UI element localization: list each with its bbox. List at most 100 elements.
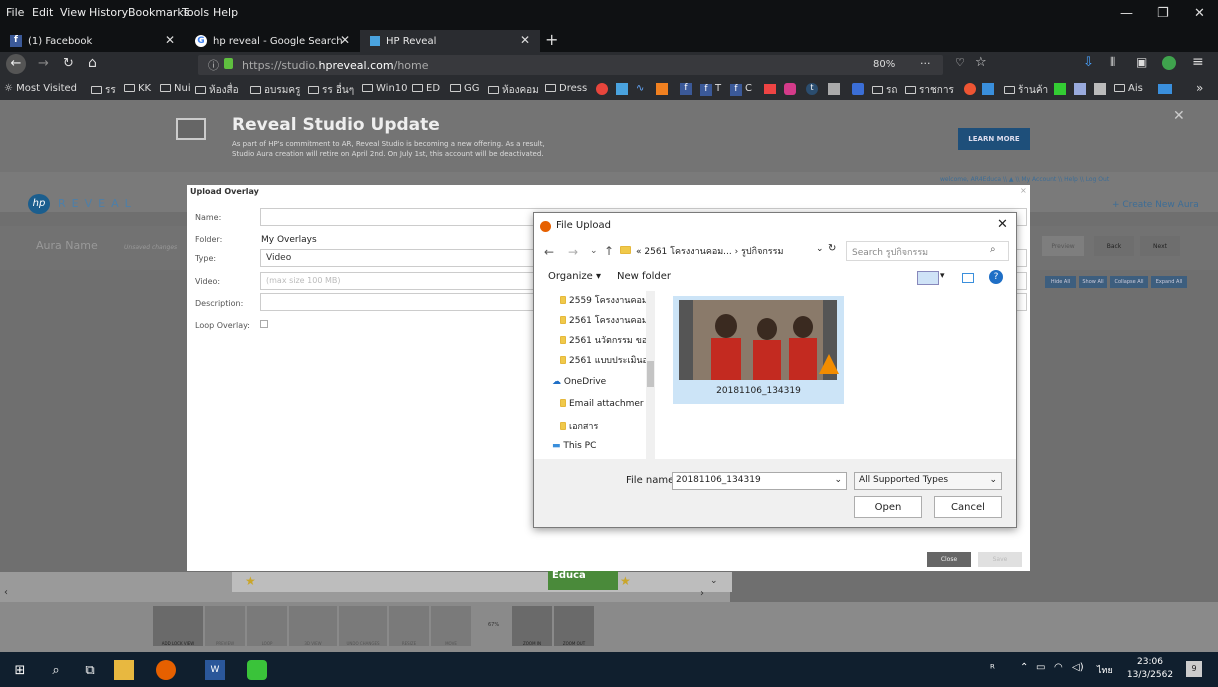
chrome-icon[interactable] bbox=[596, 83, 608, 95]
file-type-chevron-icon[interactable]: ⌄ bbox=[989, 475, 997, 485]
notification-icon[interactable]: 9 bbox=[1186, 661, 1202, 677]
tab-facebook[interactable]: f (1) Facebook ✕ bbox=[0, 30, 185, 52]
loop-tool-button[interactable]: LOOP bbox=[247, 606, 287, 646]
menu-bookmarks[interactable]: Bookmarks bbox=[128, 6, 189, 19]
bookmark-folder[interactable]: รถ bbox=[872, 83, 897, 98]
bookmark-most-visited[interactable]: ☼ Most Visited bbox=[4, 83, 77, 94]
open-button[interactable]: Open bbox=[854, 496, 922, 518]
cancel-button[interactable]: Cancel bbox=[934, 496, 1002, 518]
tree-item[interactable]: 2561 โครงงานคอม bbox=[560, 313, 648, 327]
line-icon[interactable] bbox=[247, 660, 267, 680]
instagram-icon[interactable] bbox=[784, 83, 796, 95]
file-explorer-icon[interactable] bbox=[114, 660, 134, 680]
file-name-input[interactable]: 20181106_134319 ⌄ bbox=[672, 472, 847, 490]
search-icon[interactable]: ⌕ bbox=[46, 660, 66, 680]
restore-icon[interactable]: ❐ bbox=[1157, 6, 1169, 21]
undo-changes-button[interactable]: UNDO CHANGES bbox=[339, 606, 387, 646]
tree-item-onedrive[interactable]: ☁ OneDrive bbox=[552, 377, 606, 387]
organize-menu[interactable]: Organize ▾ bbox=[548, 271, 601, 282]
tree-item[interactable]: 2561 นวัตกรรม ขอ bbox=[560, 333, 647, 347]
bookmark-folder[interactable]: ห้องคอม bbox=[488, 83, 539, 98]
tumblr-icon[interactable]: t bbox=[806, 83, 818, 95]
tab-google-search[interactable]: G hp reveal - Google Search ✕ bbox=[185, 30, 360, 52]
bookmark-icon[interactable] bbox=[1054, 83, 1066, 95]
bookmark-folder[interactable]: KK bbox=[124, 83, 151, 94]
url-bar[interactable]: ⓘ https://studio.hpreveal.com/home 80% ·… bbox=[198, 55, 943, 75]
scroll-left-icon[interactable]: ‹ bbox=[4, 587, 8, 598]
scroll-down-icon[interactable]: ⌄ bbox=[710, 576, 718, 586]
zoom-level[interactable]: 80% bbox=[873, 59, 895, 70]
zoom-out-button[interactable]: ZOOM OUT bbox=[554, 606, 594, 646]
file-name-chevron-icon[interactable]: ⌄ bbox=[834, 475, 842, 485]
wave-icon[interactable]: ∿ bbox=[636, 83, 644, 94]
view-dropdown-icon[interactable]: ▾ bbox=[940, 271, 945, 281]
people-icon[interactable]: ᴿ bbox=[990, 662, 995, 675]
word-icon[interactable]: W bbox=[205, 660, 225, 680]
move-button[interactable]: MOVE bbox=[431, 606, 471, 646]
hide-all-button[interactable]: Hide All bbox=[1045, 276, 1076, 288]
volume-icon[interactable]: ◁) bbox=[1072, 662, 1084, 673]
menu-tools[interactable]: Tools bbox=[182, 6, 209, 19]
tree-scrollbar-thumb[interactable] bbox=[647, 361, 654, 387]
3d-view-button[interactable]: 3D VIEW bbox=[289, 606, 337, 646]
breadcrumb[interactable]: « 2561 โครงงานคอม... › รูปกิจกรรม ⌄ ↻ bbox=[618, 241, 839, 261]
forward-arrow-icon[interactable]: → bbox=[568, 245, 578, 259]
file-type-select[interactable]: All Supported Types ⌄ bbox=[854, 472, 1002, 490]
resize-button[interactable]: RESIZE bbox=[389, 606, 429, 646]
bookmark-icon[interactable] bbox=[1158, 84, 1172, 94]
new-folder-button[interactable]: New folder bbox=[617, 271, 671, 282]
back-arrow-icon[interactable]: ← bbox=[544, 245, 554, 259]
mail-icon[interactable] bbox=[764, 84, 776, 94]
add-lock-view-button[interactable]: ADD LOCK VIEW bbox=[153, 606, 203, 646]
bookmark-facebook-c[interactable]: fC bbox=[730, 83, 752, 96]
battery-icon[interactable]: ▭ bbox=[1036, 662, 1045, 673]
preview-tool-button[interactable]: PREVIEW bbox=[205, 606, 245, 646]
preview-button[interactable]: Preview bbox=[1042, 236, 1084, 256]
zoom-in-button[interactable]: ZOOM IN bbox=[512, 606, 552, 646]
sidebar-icon[interactable]: ▣ bbox=[1136, 55, 1147, 69]
clock-time[interactable]: 23:06 bbox=[1128, 657, 1172, 667]
star-icon[interactable]: ☆ bbox=[975, 55, 987, 70]
tree-item-this-pc[interactable]: ▬ This PC bbox=[552, 441, 596, 451]
loop-overlay-checkbox[interactable] bbox=[260, 320, 268, 328]
menu-history[interactable]: History bbox=[89, 6, 128, 19]
bookmark-folder[interactable]: Nui bbox=[160, 83, 191, 94]
collapse-all-button[interactable]: Collapse All bbox=[1110, 276, 1148, 288]
bookmark-folder[interactable]: Dress bbox=[545, 83, 587, 94]
refresh-icon[interactable]: ↻ bbox=[828, 243, 836, 254]
bookmark-folder[interactable]: Ais bbox=[1114, 83, 1143, 94]
menu-icon[interactable]: ≡ bbox=[1192, 54, 1204, 70]
bookmark-folder[interactable]: รร bbox=[91, 83, 116, 98]
back-icon[interactable]: ← bbox=[6, 54, 26, 74]
menu-view[interactable]: View bbox=[60, 6, 86, 19]
close-window-icon[interactable]: ✕ bbox=[1194, 6, 1205, 21]
bookmark-icon[interactable] bbox=[828, 83, 840, 95]
firefox-icon[interactable] bbox=[156, 660, 176, 680]
up-arrow-icon[interactable]: ↑ bbox=[604, 244, 614, 258]
bookmark-folder[interactable]: รร อื่นๆ bbox=[308, 83, 354, 98]
bookmark-folder[interactable]: ราชการ bbox=[905, 83, 954, 98]
tree-item[interactable]: เอกสาร bbox=[560, 419, 598, 433]
pocket-icon[interactable]: ♡ bbox=[955, 56, 965, 69]
help-icon[interactable]: ? bbox=[989, 270, 1003, 284]
bookmark-icon[interactable] bbox=[1074, 83, 1086, 95]
view-icon[interactable] bbox=[917, 271, 939, 285]
download-icon[interactable]: ⇩ bbox=[1083, 55, 1094, 70]
tab-close-icon[interactable]: ✕ bbox=[340, 33, 350, 47]
aura-name[interactable]: Aura Name bbox=[36, 239, 98, 252]
upload-close-icon[interactable]: × bbox=[1020, 186, 1027, 195]
language-indicator[interactable]: ไทย bbox=[1097, 663, 1113, 677]
info-icon[interactable]: ⓘ bbox=[208, 57, 219, 73]
tab-close-icon[interactable]: ✕ bbox=[520, 33, 530, 47]
bookmark-folder[interactable]: ED bbox=[412, 83, 440, 94]
bookmark-facebook-t[interactable]: fT bbox=[700, 83, 721, 96]
file-search-input[interactable]: Search รูปกิจกรรม ⌕ bbox=[846, 241, 1009, 261]
forward-icon[interactable]: → bbox=[38, 56, 49, 71]
dialog-close-icon[interactable]: ✕ bbox=[997, 217, 1008, 232]
task-view-icon[interactable]: ⧉ bbox=[80, 660, 100, 680]
breadcrumb-chevron-icon[interactable]: ⌄ bbox=[816, 244, 824, 254]
scroll-right-icon[interactable]: › bbox=[700, 588, 704, 599]
windows-start-icon[interactable]: ⊞ bbox=[10, 660, 30, 680]
tab-hp-reveal[interactable]: HP Reveal ✕ bbox=[360, 30, 540, 52]
banner-close-icon[interactable]: ✕ bbox=[1173, 108, 1185, 124]
